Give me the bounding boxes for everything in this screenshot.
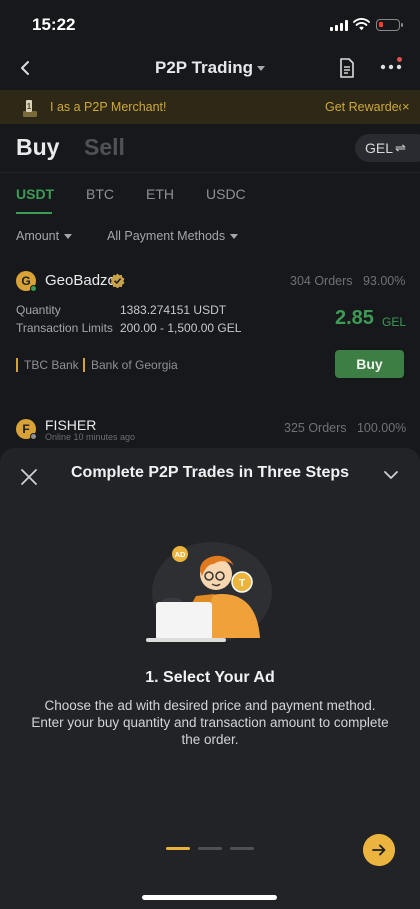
merchant-stats: 304 Orders 93.00%: [290, 274, 405, 288]
tab-btc[interactable]: BTC: [86, 186, 114, 202]
price-unit: GEL: [382, 315, 407, 329]
merchant-trophy-icon: 1: [23, 100, 37, 117]
more-options-icon[interactable]: [380, 64, 402, 70]
online-status-dot: [30, 433, 37, 440]
ad-badge-text: AD: [175, 550, 186, 559]
pager-dot[interactable]: [230, 847, 254, 850]
swap-icon: ⇌: [395, 140, 406, 155]
select-ad-illustration: AD T: [146, 542, 272, 642]
active-tab-underline: [16, 212, 52, 214]
nav-bar: P2P Trading: [0, 50, 420, 86]
orders-document-icon[interactable]: [337, 56, 357, 80]
onboarding-sheet: Complete P2P Trades in Three Steps AD T …: [0, 448, 420, 909]
cellular-signal-icon: [330, 20, 348, 31]
avatar-initial: F: [22, 422, 30, 436]
tab-eth[interactable]: ETH: [146, 186, 174, 202]
completion-rate: 93.00%: [362, 274, 406, 288]
banner-text: I as a P2P Merchant!: [50, 100, 167, 114]
pager-dot-active[interactable]: [166, 847, 190, 850]
home-indicator[interactable]: [142, 895, 277, 900]
chevron-down-icon: [64, 234, 73, 240]
amount-filter[interactable]: Amount: [16, 229, 73, 243]
status-time: 15:22: [32, 15, 76, 34]
tab-buy[interactable]: Buy: [16, 134, 59, 161]
status-bar: 15:22: [0, 0, 420, 50]
tab-sell[interactable]: Sell: [84, 134, 125, 161]
merchant-name[interactable]: FISHER: [45, 417, 96, 433]
amount-filter-label: Amount: [16, 229, 60, 243]
battery-icon: [376, 19, 403, 31]
divider: [0, 172, 420, 173]
price-value: 2.85: [335, 307, 374, 329]
chevron-down-icon: [256, 66, 265, 72]
page-title-label: P2P Trading: [155, 58, 253, 77]
completion-rate: 100.00%: [356, 421, 407, 435]
limits-label: Transaction Limits: [16, 321, 113, 335]
verified-badge-icon: [110, 273, 125, 288]
limits-value: 200.00 - 1,500.00 GEL: [120, 321, 242, 335]
tab-usdt[interactable]: USDT: [16, 186, 54, 202]
step-pager: [166, 847, 254, 850]
payment-method-filter[interactable]: All Payment Methods: [107, 229, 239, 243]
avatar: F: [16, 419, 37, 440]
step-title: 1. Select Your Ad: [145, 669, 275, 686]
payment-method-tag: Bank of Georgia: [83, 358, 178, 372]
order-count: 325 Orders: [284, 421, 347, 435]
avatar: G: [16, 271, 37, 292]
get-rewarded-link[interactable]: Get Rewardec: [325, 100, 401, 114]
quantity-label: Quantity: [16, 303, 61, 317]
merchant-name[interactable]: GeoBadzo: [45, 272, 116, 289]
chevron-down-icon[interactable]: [383, 470, 399, 480]
chevron-down-icon: [230, 234, 239, 240]
page-title[interactable]: P2P Trading: [0, 58, 420, 78]
merchant-banner[interactable]: 1 I as a P2P Merchant! Get Rewardec ×: [0, 90, 420, 124]
notification-dot: [397, 57, 402, 62]
buy-button[interactable]: Buy: [335, 350, 404, 378]
online-status-dot: [30, 285, 37, 292]
tab-usdc[interactable]: USDC: [206, 186, 246, 202]
fiat-currency-selector[interactable]: GEL ⇌: [355, 134, 420, 162]
wifi-icon: [353, 18, 370, 31]
sheet-title: Complete P2P Trades in Three Steps: [70, 464, 350, 481]
token-badge-text: T: [239, 578, 245, 589]
payment-filter-label: All Payment Methods: [107, 229, 226, 243]
pager-dot[interactable]: [198, 847, 222, 850]
next-arrow-button[interactable]: [363, 834, 395, 866]
payment-method-tag: TBC Bank: [16, 358, 79, 372]
merchant-stats: 325 Orders 100.00%: [284, 421, 406, 435]
fiat-currency-label: GEL: [365, 140, 394, 156]
banner-close-icon[interactable]: ×: [402, 99, 410, 114]
svg-text:1: 1: [27, 102, 32, 111]
avatar-initial: G: [21, 274, 31, 288]
order-count: 304 Orders: [290, 274, 353, 288]
quantity-value: 1383.274151 USDT: [120, 303, 227, 317]
step-description: Choose the ad with desired price and pay…: [31, 698, 389, 747]
online-status-text: Online 10 minutes ago: [45, 432, 136, 442]
